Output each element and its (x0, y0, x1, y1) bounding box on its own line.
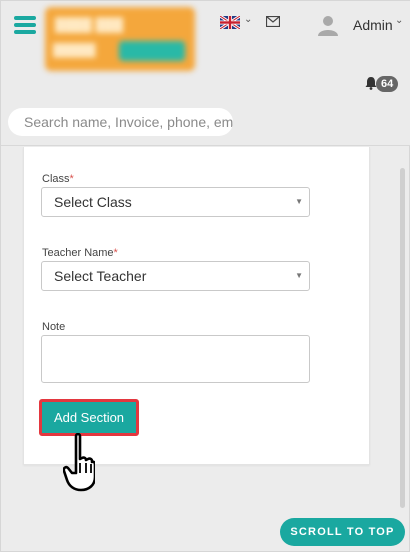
note-label: Note (42, 321, 66, 333)
app-frame: ████ ███ █████ ⌄ Admin ⌄ 64 Search name,… (0, 0, 410, 552)
notification-badge: 64 (376, 76, 399, 92)
teacher-select[interactable]: Select Teacher ▼ (41, 261, 310, 291)
user-icon[interactable] (317, 14, 339, 36)
class-select-value: Select Class (54, 194, 132, 210)
pointing-hand-icon (63, 433, 95, 492)
add-section-button[interactable]: Add Section (39, 399, 139, 436)
top-header: ████ ███ █████ ⌄ Admin ⌄ 64 (1, 1, 410, 146)
language-chevron-icon[interactable]: ⌄ (244, 14, 252, 25)
add-section-form: Class* Select Class ▼ Teacher Name* Sele… (23, 147, 370, 465)
teacher-select-value: Select Teacher (54, 268, 147, 284)
dropdown-arrow-icon: ▼ (295, 197, 303, 206)
note-textarea[interactable] (41, 335, 310, 383)
user-name[interactable]: Admin (353, 17, 393, 33)
logo-redacted: ████ ███ █████ (45, 7, 195, 71)
dropdown-arrow-icon: ▼ (295, 271, 303, 280)
class-select[interactable]: Select Class ▼ (41, 187, 310, 217)
scroll-to-top-button[interactable]: SCROLL TO TOP (280, 518, 405, 546)
page-scrollbar[interactable] (400, 168, 405, 508)
mail-icon[interactable] (266, 16, 280, 27)
user-menu-chevron-icon[interactable]: ⌄ (395, 15, 403, 26)
menu-icon[interactable] (14, 16, 36, 34)
search-input[interactable] (8, 108, 233, 136)
teacher-label: Teacher Name* (42, 247, 118, 259)
uk-flag-icon[interactable] (220, 16, 240, 29)
class-label: Class* (42, 173, 74, 185)
